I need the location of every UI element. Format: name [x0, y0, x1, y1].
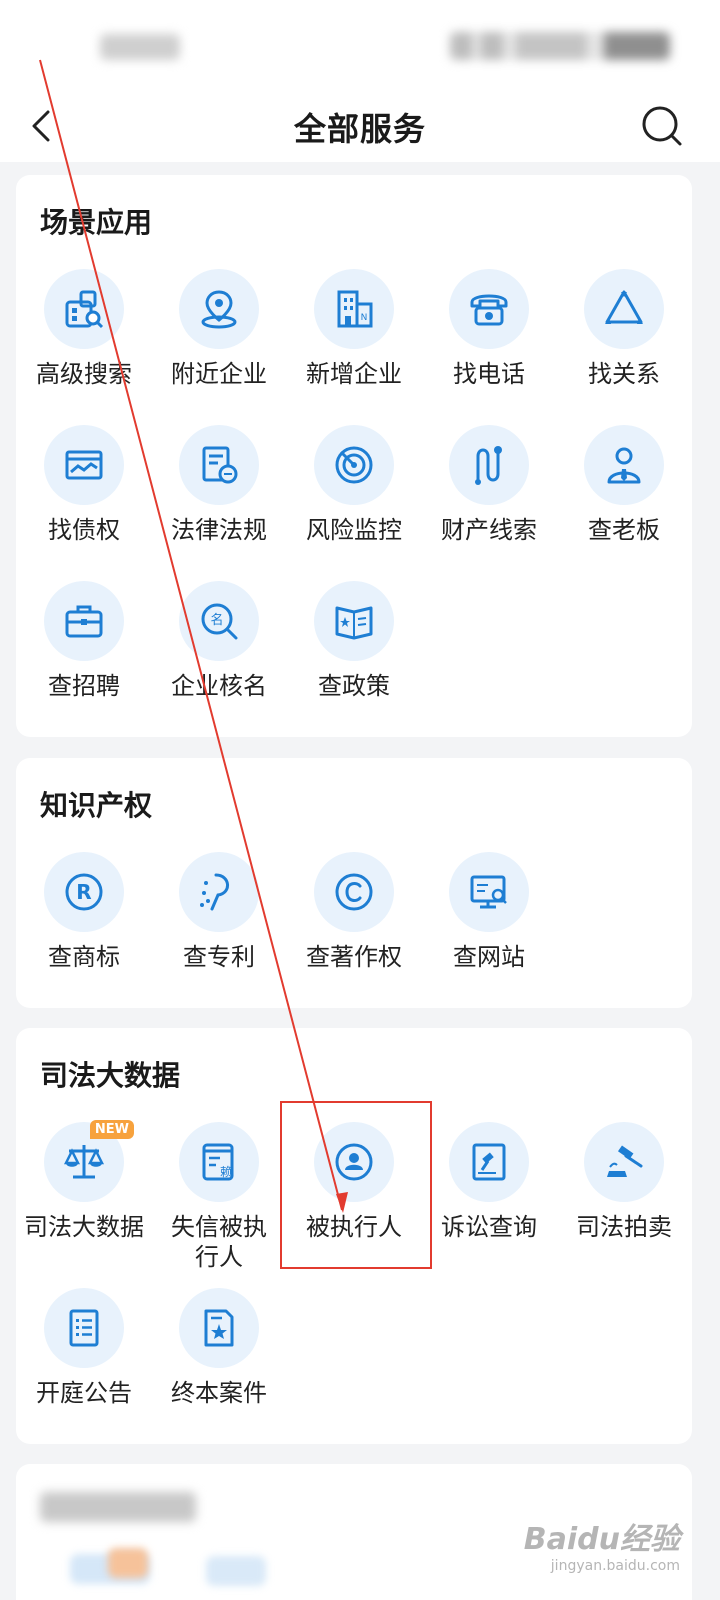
blurred-icon	[206, 1556, 266, 1586]
name-check-icon: 名	[201, 603, 238, 640]
service-website[interactable]: 查网站	[421, 852, 557, 972]
section-scene-apps: 场景应用 高级搜索 附近企业 N 新增企业 找电话 找关系 找债权 法律法规 风…	[16, 175, 692, 737]
case-star-icon	[204, 1309, 234, 1347]
person-circle-icon	[335, 1143, 373, 1181]
lawsuit-gavel-doc-icon	[472, 1143, 506, 1181]
service-label: 查专利	[183, 943, 255, 971]
service-label: 找电话	[453, 360, 525, 388]
section-intellectual-property: 知识产权 R 查商标 查专利 查著作权 查网站	[16, 758, 692, 1008]
service-risk-monitor[interactable]: 风险监控	[286, 425, 422, 545]
status-icons-blurred	[450, 32, 670, 60]
service-name-check[interactable]: 名 企业核名	[151, 581, 287, 701]
scales-icon	[63, 1145, 105, 1179]
service-label: 查著作权	[306, 943, 402, 971]
service-dishonest-debtors[interactable]: 赖 失信被执行人	[151, 1122, 287, 1272]
section-title: 场景应用	[40, 206, 153, 239]
service-court-notice[interactable]: 开庭公告	[16, 1288, 152, 1408]
service-lawsuit-query[interactable]: 诉讼查询	[421, 1122, 557, 1242]
service-label: 查招聘	[48, 672, 120, 700]
service-label: 查商标	[48, 943, 120, 971]
service-label: 被执行人	[306, 1213, 402, 1241]
service-label: 附近企业	[171, 360, 267, 388]
law-document-icon	[202, 446, 238, 484]
registered-trademark-icon: R	[65, 873, 103, 911]
service-find-phone[interactable]: 找电话	[421, 269, 557, 389]
service-judicial-auction[interactable]: 司法拍卖	[556, 1122, 692, 1242]
service-label: 失信被执行人	[171, 1213, 267, 1271]
service-advanced-search[interactable]: 高级搜索	[16, 269, 152, 389]
service-nearby-companies[interactable]: 附近企业	[151, 269, 287, 389]
search-icon[interactable]	[640, 104, 684, 148]
debt-card-icon	[65, 450, 103, 480]
service-new-companies[interactable]: N 新增企业	[286, 269, 422, 389]
service-label: 法律法规	[171, 516, 267, 544]
section-title: 知识产权	[40, 789, 153, 822]
svg-text:N: N	[361, 313, 368, 323]
svg-text:R: R	[76, 880, 91, 904]
service-label: 查政策	[318, 672, 390, 700]
nearby-location-icon	[201, 290, 237, 329]
service-label: 企业核名	[171, 672, 267, 700]
telephone-icon	[470, 294, 508, 326]
notice-list-icon	[69, 1309, 99, 1347]
copyright-icon	[335, 873, 373, 911]
service-label: 诉讼查询	[441, 1213, 537, 1241]
service-label: 查网站	[453, 943, 525, 971]
service-label: 找关系	[588, 360, 660, 388]
service-find-boss[interactable]: 查老板	[556, 425, 692, 545]
service-label: 新增企业	[306, 360, 402, 388]
briefcase-icon	[65, 605, 103, 638]
service-label: 高级搜索	[36, 360, 132, 388]
page-title: 全部服务	[293, 110, 426, 148]
service-patent[interactable]: 查专利	[151, 852, 287, 972]
service-label: 风险监控	[306, 516, 402, 544]
patent-icon	[200, 873, 229, 911]
advanced-search-icon	[65, 290, 104, 329]
radar-icon	[335, 446, 373, 484]
section-judicial-big-data: 司法大数据 NEW 司法大数据 赖 失信被执行人 被执行人 诉讼查询 司法拍卖 …	[16, 1028, 692, 1444]
watermark-brand: Baidu经验	[523, 1522, 680, 1557]
relation-triangle-icon	[605, 290, 643, 324]
new-building-icon: N	[337, 290, 373, 328]
blurred-icon	[108, 1548, 148, 1578]
nav-bar: 全部服务	[0, 90, 720, 162]
dishonest-document-icon: 赖	[202, 1143, 234, 1181]
service-policy[interactable]: 查政策	[286, 581, 422, 701]
service-label: 开庭公告	[36, 1379, 132, 1407]
service-recruitment[interactable]: 查招聘	[16, 581, 152, 701]
service-label: 查老板	[588, 516, 660, 544]
svg-text:名: 名	[210, 612, 223, 628]
service-label: 终本案件	[171, 1379, 267, 1407]
service-laws[interactable]: 法律法规	[151, 425, 287, 545]
service-asset-clues[interactable]: 财产线索	[421, 425, 557, 545]
section-title: 司法大数据	[40, 1059, 181, 1092]
service-label: 司法拍卖	[576, 1213, 672, 1241]
section-title-blurred	[40, 1492, 196, 1522]
service-label: 财产线索	[441, 516, 537, 544]
service-judgment-debtors[interactable]: 被执行人	[286, 1122, 422, 1242]
service-label: 找债权	[48, 516, 120, 544]
new-badge: NEW	[89, 1120, 134, 1139]
status-bar	[0, 0, 720, 90]
service-copyright[interactable]: 查著作权	[286, 852, 422, 972]
website-icon	[470, 875, 507, 909]
status-time-blurred	[100, 34, 180, 60]
service-find-relations[interactable]: 找关系	[556, 269, 692, 389]
clue-path-icon	[475, 446, 502, 485]
service-label: 司法大数据	[24, 1213, 144, 1241]
watermark: Baidu经验 jingyan.baidu.com	[524, 1514, 680, 1574]
auction-gavel-icon	[607, 1145, 643, 1177]
dishonest-glyph: 赖	[220, 1165, 232, 1179]
service-trademark[interactable]: R 查商标	[16, 852, 152, 972]
policy-book-icon	[335, 606, 373, 640]
boss-person-icon	[607, 447, 641, 484]
watermark-url: jingyan.baidu.com	[550, 1558, 680, 1574]
service-terminated-cases[interactable]: 终本案件	[151, 1288, 287, 1408]
service-judicial-big-data[interactable]: NEW 司法大数据	[16, 1120, 152, 1242]
service-find-debt[interactable]: 找债权	[16, 425, 152, 545]
